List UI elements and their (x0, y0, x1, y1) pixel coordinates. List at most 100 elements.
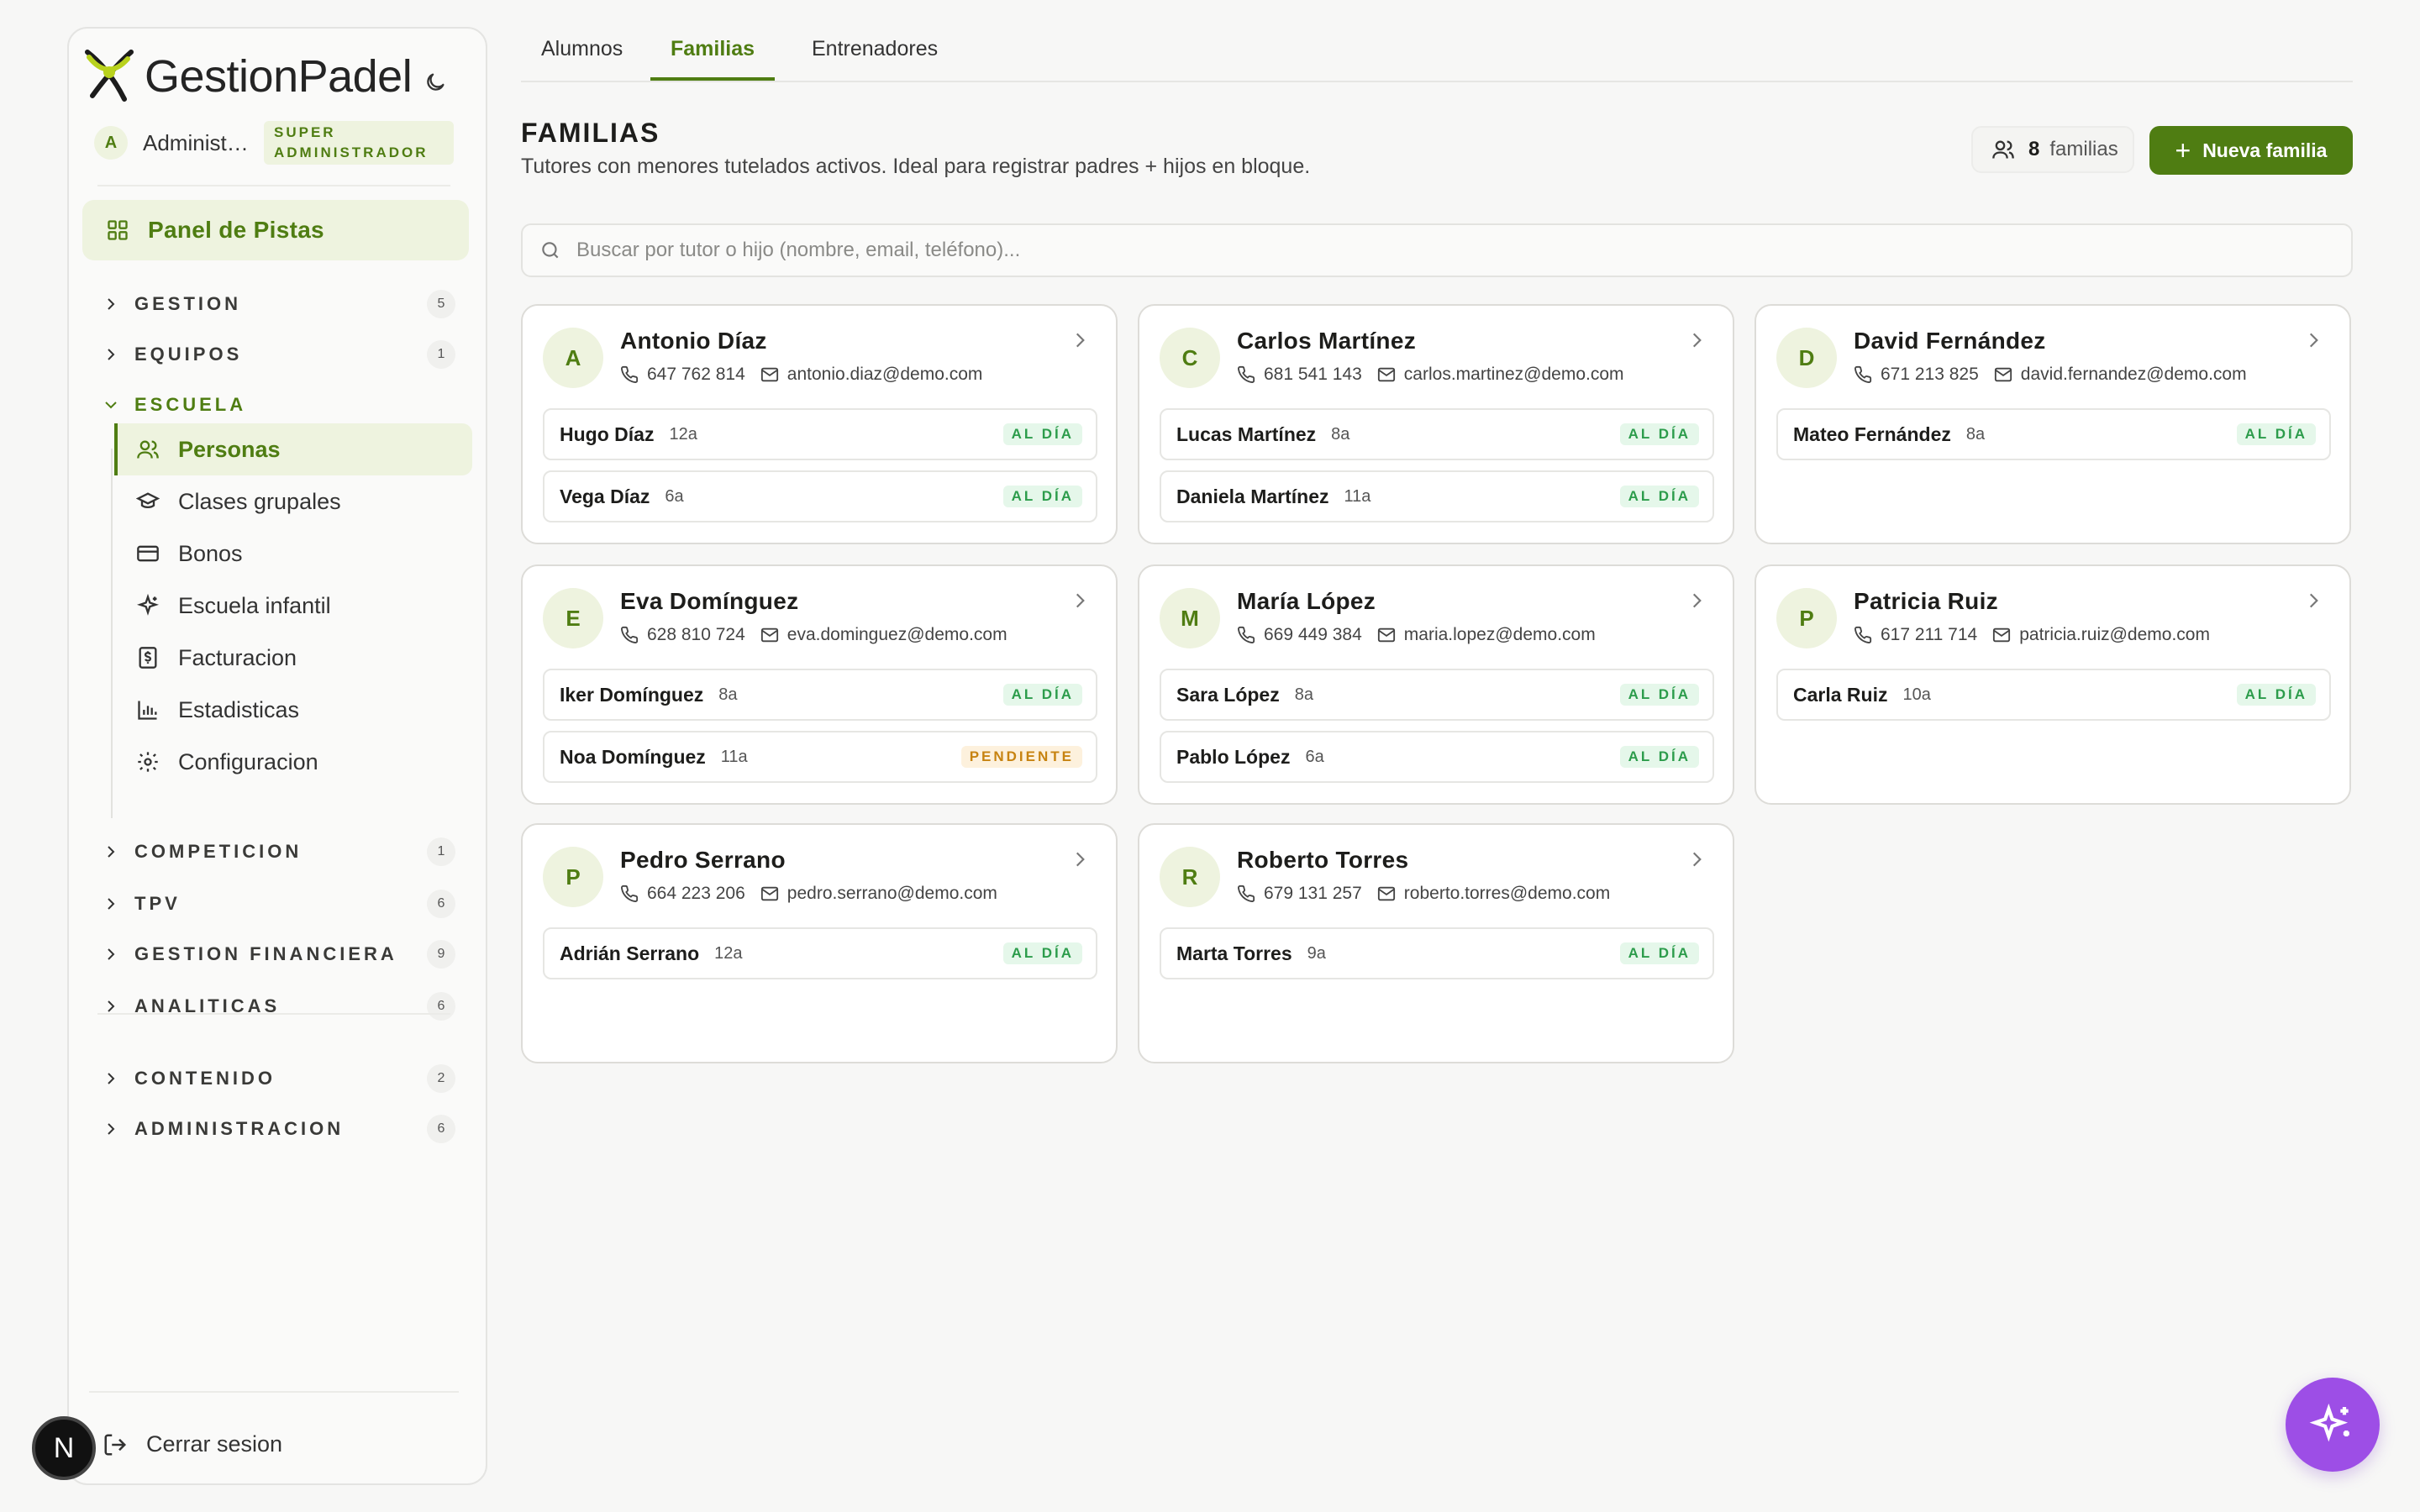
tab-alumnos[interactable]: Alumnos (521, 37, 643, 81)
section-label: ADMINISTRACION (134, 1118, 345, 1139)
family-card[interactable]: C Carlos Martínez 681 541 143 carlos.martin… (1138, 304, 1734, 544)
section-gestion-financiera[interactable]: GESTION FINANCIERA 9 (103, 936, 455, 973)
child-row[interactable]: Pablo López 6a AL DÍA (1160, 731, 1714, 783)
search-input[interactable] (576, 239, 2173, 262)
child-name: Hugo Díaz (560, 423, 655, 445)
divider (89, 1391, 459, 1393)
status-badge: AL DÍA (2236, 684, 2316, 706)
child-age: 6a (665, 486, 684, 506)
child-age: 8a (1294, 685, 1313, 704)
mail-icon (1993, 627, 2011, 643)
child-row[interactable]: Lucas Martínez 8a AL DÍA (1160, 408, 1714, 460)
child-row[interactable]: Daniela Martínez 11a AL DÍA (1160, 470, 1714, 522)
section-escuela[interactable]: ESCUELA (103, 386, 455, 423)
panel-de-pistas-link[interactable]: Panel de Pistas (82, 200, 469, 260)
family-card[interactable]: M María López 669 449 384 maria.lopez@demo.… (1138, 564, 1734, 805)
sidebar-item-label: Personas (178, 436, 281, 462)
family-count-label: familias (2049, 138, 2118, 160)
bar-chart-icon (138, 701, 157, 720)
sidebar-item-estadisticas[interactable]: Estadisticas (114, 684, 472, 736)
moon-icon (427, 73, 445, 91)
child-row[interactable]: Adrián Serrano 12a AL DÍA (543, 927, 1097, 979)
sidebar-item-bonos[interactable]: Bonos (114, 528, 472, 580)
child-row[interactable]: Noa Domínguez 11a PENDIENTE (543, 731, 1097, 783)
child-row[interactable]: Mateo Fernández 8a AL DÍA (1776, 408, 2331, 460)
tutor-phone: 647 762 814 (647, 365, 745, 384)
theme-toggle-button[interactable] (418, 66, 452, 99)
child-age: 8a (718, 685, 738, 704)
section-gestion[interactable]: GESTION 5 (103, 286, 455, 323)
phone-icon (1854, 365, 1872, 383)
family-card[interactable]: D David Fernández 671 213 825 david.fernand… (1754, 304, 2351, 544)
section-competicion[interactable]: COMPETICION 1 (103, 833, 455, 870)
child-name: Pablo López (1176, 745, 1291, 768)
family-card[interactable]: A Antonio Díaz 647 762 814 antonio.diaz@dem… (521, 304, 1118, 544)
tab-entrenadores[interactable]: Entrenadores (792, 37, 958, 81)
user-name: Administrador (143, 129, 252, 155)
family-card[interactable]: E Eva Domínguez 628 810 724 eva.dominguez@d… (521, 564, 1118, 805)
tutor-email: pedro.serrano@demo.com (786, 884, 997, 903)
section-contenido[interactable]: CONTENIDO 2 (103, 1060, 455, 1097)
tutor-name: David Fernández (1854, 328, 2046, 354)
child-name: Lucas Martínez (1176, 423, 1317, 445)
family-card[interactable]: P Patricia Ruiz 617 211 714 patricia.ruiz@d… (1754, 564, 2351, 805)
avatar: R (1160, 847, 1220, 907)
tutor-name: Patricia Ruiz (1854, 588, 1998, 614)
new-family-button[interactable]: + Nueva familia (2149, 126, 2353, 175)
tab-bar: Alumnos Familias Entrenadores (521, 0, 2353, 82)
page-title: FAMILIAS (521, 118, 660, 148)
child-row[interactable]: Iker Domínguez 8a AL DÍA (543, 669, 1097, 721)
ai-assistant-button[interactable] (2286, 1378, 2380, 1472)
family-count: 8 (2028, 138, 2040, 160)
section-administracion[interactable]: ADMINISTRACION 6 (103, 1110, 455, 1147)
plus-icon: + (2175, 135, 2191, 165)
brand[interactable]: GestionPadel (81, 47, 413, 106)
tutor-email: carlos.martinez@demo.com (1403, 365, 1624, 384)
grid-icon (108, 220, 128, 240)
chevron-right-icon (1076, 852, 1085, 867)
status-badge: AL DÍA (1002, 684, 1082, 706)
family-card[interactable]: P Pedro Serrano 664 223 206 pedro.serrano@d… (521, 823, 1118, 1063)
user-profile[interactable]: A Administrador SUPER ADMINISTRADOR (94, 121, 454, 165)
tutor-contact: 679 131 257 roberto.torres@demo.com (1237, 884, 1610, 904)
chevron-right-icon (108, 1123, 115, 1135)
role-badge: SUPER ADMINISTRADOR (264, 121, 454, 165)
sidebar-item-facturacion[interactable]: Facturacion (114, 632, 472, 684)
mail-icon (760, 886, 778, 901)
dev-indicator-badge[interactable]: N (32, 1416, 96, 1480)
chevron-right-icon (108, 898, 115, 910)
sidebar: GestionPadel A Administrador SUPER ADMIN… (67, 27, 487, 1485)
search-icon (542, 242, 559, 259)
graduation-cap-icon (136, 492, 160, 509)
family-card[interactable]: R Roberto Torres 679 131 257 roberto.torres… (1138, 823, 1734, 1063)
avatar: D (1776, 328, 1837, 388)
child-row[interactable]: Vega Díaz 6a AL DÍA (543, 470, 1097, 522)
child-age: 11a (720, 747, 748, 766)
section-label: EQUIPOS (134, 344, 243, 365)
child-row[interactable]: Marta Torres 9a AL DÍA (1160, 927, 1714, 979)
sidebar-item-escuela-infantil[interactable]: Escuela infantil (114, 580, 472, 632)
tutor-phone: 679 131 257 (1264, 884, 1362, 903)
tab-familias[interactable]: Familias (650, 37, 776, 81)
chevron-right-icon (2309, 333, 2318, 348)
mail-icon (1377, 367, 1395, 382)
child-name: Daniela Martínez (1176, 485, 1329, 507)
section-equipos[interactable]: EQUIPOS 1 (103, 336, 455, 373)
section-analiticas[interactable]: ANALITICAS 6 (103, 988, 455, 1025)
child-row[interactable]: Sara López 8a AL DÍA (1160, 669, 1714, 721)
logout-button[interactable]: Cerrar sesion (103, 1431, 282, 1457)
tutor-name: Eva Domínguez (620, 588, 799, 614)
tutor-contact: 647 762 814 antonio.diaz@demo.com (620, 365, 982, 385)
child-row[interactable]: Carla Ruiz 10a AL DÍA (1776, 669, 2331, 721)
sidebar-item-configuracion[interactable]: Configuracion (114, 736, 472, 788)
phone-icon (1854, 626, 1872, 643)
child-name: Iker Domínguez (560, 683, 704, 706)
tutor-contact: 671 213 825 david.fernandez@demo.com (1854, 365, 2247, 385)
section-tpv[interactable]: TPV 6 (103, 885, 455, 922)
tutor-phone: 617 211 714 (1881, 625, 1978, 644)
sidebar-item-personas[interactable]: Personas (114, 423, 472, 475)
sidebar-item-clases-grupales[interactable]: Clases grupales (114, 475, 472, 528)
child-row[interactable]: Hugo Díaz 12a AL DÍA (543, 408, 1097, 460)
avatar: P (1776, 588, 1837, 648)
sidebar-item-label: Escuela infantil (178, 592, 331, 618)
